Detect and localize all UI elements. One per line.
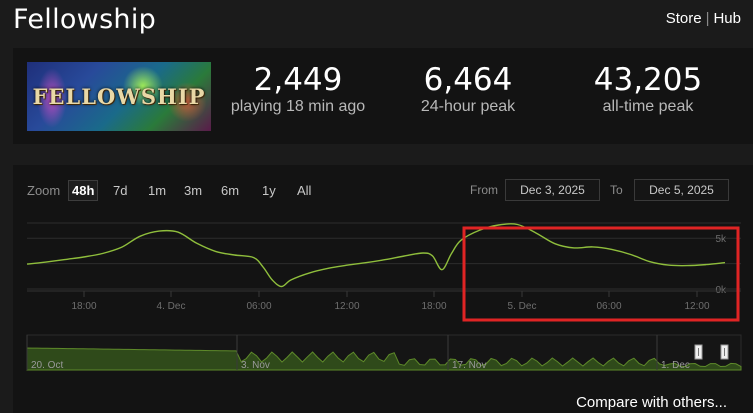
- top-bar: Fellowship Store | Hub: [0, 0, 753, 40]
- x-tick-label: 12:00: [334, 301, 359, 312]
- stat-all-time-peak: 43,205 all-time peak: [563, 62, 733, 116]
- navigator-label: 3. Nov: [241, 360, 270, 371]
- stat-label: playing 18 min ago: [230, 98, 366, 115]
- stat-24h-peak: 6,464 24-hour peak: [393, 62, 543, 116]
- x-axis: 18:00 4. Dec 06:00 12:00 18:00 5. Dec 06:00 12:…: [27, 290, 741, 312]
- x-tick-label: 18:00: [71, 301, 96, 312]
- x-tick-label: 06:00: [246, 301, 271, 312]
- navigator-label: 17. Nov: [452, 360, 486, 371]
- logo-wordmark: FELLOWSHIP: [32, 84, 206, 109]
- compare-link[interactable]: Compare with others...: [576, 394, 727, 411]
- stat-label: 24-hour peak: [420, 98, 516, 115]
- stat-current-players: 2,449 playing 18 min ago: [223, 62, 373, 116]
- hub-link[interactable]: Hub: [713, 10, 741, 27]
- y-tick-label: 5k: [715, 234, 727, 245]
- header-links: Store | Hub: [666, 10, 741, 27]
- x-tick-label: 4. Dec: [157, 301, 186, 312]
- game-logo-image[interactable]: FELLOWSHIP: [27, 62, 211, 131]
- navigator-label: 20. Oct: [31, 360, 63, 371]
- stats-panel: FELLOWSHIP 2,449 playing 18 min ago 6,46…: [13, 48, 753, 144]
- navigator[interactable]: 20. Oct 3. Nov 17. Nov 1. Dec: [26, 334, 742, 371]
- stat-value: 2,449: [253, 62, 343, 98]
- x-tick-label: 06:00: [596, 301, 621, 312]
- y-axis: 0k5k: [715, 234, 727, 296]
- navigator-label: 1. Dec: [661, 360, 690, 371]
- x-tick-label: 18:00: [421, 301, 446, 312]
- stat-label: all-time peak: [602, 98, 694, 115]
- x-tick-label: 5. Dec: [508, 301, 537, 312]
- chart-panel: Zoom 48h 7d 1m 3m 6m 1y All From Dec 3, …: [13, 165, 753, 413]
- store-link[interactable]: Store: [666, 10, 702, 27]
- page-title: Fellowship: [13, 4, 157, 35]
- link-separator: |: [705, 10, 710, 27]
- player-count-chart[interactable]: 0k5k 18:00 4. Dec 06:00 12:00 18:00 5. Dec 06:…: [13, 165, 753, 413]
- series-line: [26, 223, 726, 288]
- stat-value: 6,464: [423, 62, 513, 98]
- stat-value: 43,205: [593, 62, 703, 98]
- x-tick-label: 12:00: [684, 301, 709, 312]
